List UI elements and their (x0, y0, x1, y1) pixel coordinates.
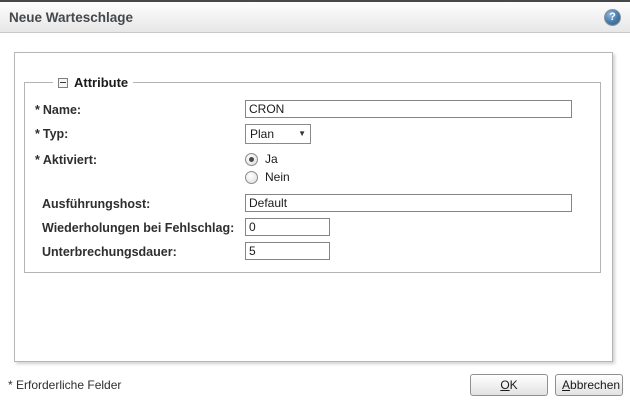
wiederholungen-label: Wiederholungen bei Fehlschlag: (35, 218, 245, 235)
name-row: *Name: (35, 100, 600, 118)
cancel-button[interactable]: Abbrechen (555, 374, 623, 396)
dialog-footer: * Erforderliche Felder OK Abbrechen (8, 374, 623, 396)
required-marker: * (35, 103, 40, 117)
radio-ja-label: Ja (265, 152, 278, 166)
collapse-icon[interactable] (58, 78, 68, 88)
radio-row-nein: Nein (245, 170, 290, 184)
unterbrechungsdauer-row: Unterbrechungsdauer: (35, 242, 600, 260)
name-input[interactable] (245, 100, 572, 118)
required-fields-note: * Erforderliche Felder (8, 378, 121, 392)
unterbrechungsdauer-input[interactable] (245, 242, 330, 260)
radio-nein-label: Nein (265, 170, 290, 184)
radio-nein[interactable] (245, 171, 258, 184)
typ-select[interactable]: Plan ▼ (245, 124, 311, 144)
chevron-down-icon: ▼ (298, 130, 306, 138)
radio-row-ja: Ja (245, 152, 290, 166)
required-marker: * (35, 153, 40, 167)
aktiviert-radio-group: Ja Nein (245, 150, 290, 188)
ok-button[interactable]: OK (470, 374, 548, 396)
dialog-titlebar: Neue Warteschlage ? (0, 0, 630, 33)
radio-ja[interactable] (245, 153, 258, 166)
unterbrechungsdauer-label: Unterbrechungsdauer: (35, 242, 245, 259)
fieldset-legend-label: Attribute (74, 75, 128, 90)
wiederholungen-row: Wiederholungen bei Fehlschlag: (35, 218, 600, 236)
page-title: Neue Warteschlage (9, 10, 133, 25)
ausfuehrungshost-input[interactable] (245, 194, 572, 212)
attribute-fieldset: Attribute *Name: *Typ: Plan ▼ *Aktiviert… (24, 75, 601, 273)
ausfuehrungshost-label: Ausführungshost: (35, 194, 245, 211)
content-panel: Attribute *Name: *Typ: Plan ▼ *Aktiviert… (14, 52, 613, 362)
aktiviert-row: *Aktiviert: Ja Nein (35, 150, 600, 188)
typ-row: *Typ: Plan ▼ (35, 124, 600, 144)
fieldset-legend: Attribute (53, 75, 133, 90)
typ-label: *Typ: (35, 124, 245, 141)
button-group: OK Abbrechen (470, 374, 623, 396)
ausfuehrungshost-row: Ausführungshost: (35, 194, 600, 212)
required-marker: * (35, 127, 40, 141)
wiederholungen-input[interactable] (245, 218, 330, 236)
typ-select-value: Plan (250, 127, 274, 141)
name-label: *Name: (35, 100, 245, 117)
help-icon[interactable]: ? (604, 9, 621, 26)
aktiviert-label: *Aktiviert: (35, 150, 245, 167)
